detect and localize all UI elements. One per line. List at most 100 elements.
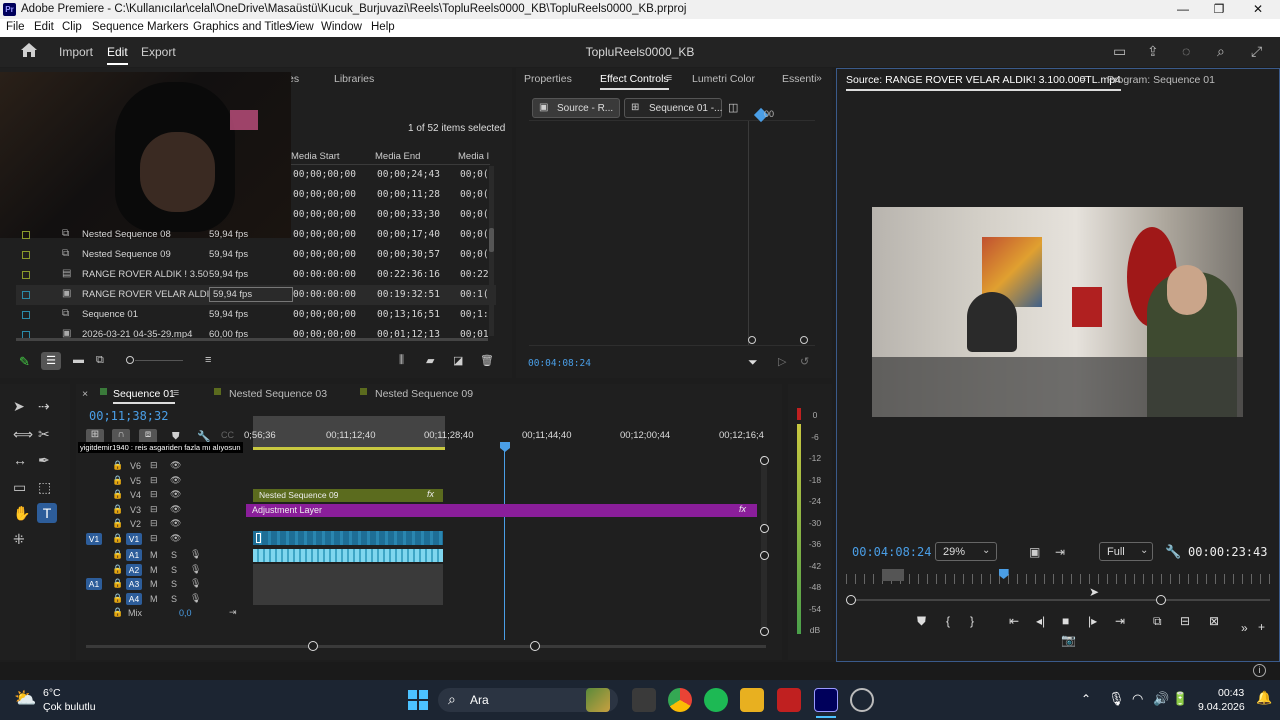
- menu-view[interactable]: View: [289, 21, 314, 33]
- eye-icon[interactable]: 👁: [170, 533, 181, 544]
- filter-icon[interactable]: ⏷: [748, 355, 758, 370]
- menu-window[interactable]: Window: [321, 21, 362, 33]
- audio-track-header[interactable]: 🔒 A4 M S 🎙: [76, 592, 251, 607]
- video-track-header[interactable]: 🔒 V4 ⊟ 👁: [76, 489, 251, 503]
- search-icon[interactable]: ⌕: [1217, 43, 1225, 60]
- audio-clip-a1[interactable]: [253, 549, 443, 562]
- eye-icon[interactable]: 👁: [170, 504, 181, 515]
- pencil-icon[interactable]: ✎: [19, 354, 30, 370]
- program-tab[interactable]: Program: Sequence 01: [1107, 74, 1215, 86]
- windows-start-icon[interactable]: [408, 690, 428, 710]
- go-to-end-icon[interactable]: ⇥: [229, 607, 237, 618]
- selection-tool-icon[interactable]: ➤: [13, 398, 25, 415]
- mute-button[interactable]: M: [150, 550, 158, 560]
- mute-button[interactable]: M: [150, 579, 158, 589]
- in-out-region[interactable]: [882, 569, 904, 581]
- go-to-out-icon[interactable]: ⇥: [1115, 614, 1125, 628]
- sync-lock-icon[interactable]: ⊟: [150, 489, 158, 500]
- lock-icon[interactable]: 🔒: [112, 607, 123, 618]
- notification-icon[interactable]: 🔔: [1256, 690, 1272, 706]
- col-media-start[interactable]: Media Start: [291, 151, 340, 162]
- fullscreen-icon[interactable]: ⤢: [1251, 43, 1262, 60]
- solo-button[interactable]: S: [171, 565, 177, 575]
- label-color-swatch[interactable]: [22, 231, 30, 239]
- razor-icon[interactable]: ✂: [38, 426, 50, 443]
- maximize-button[interactable]: ❐: [1199, 0, 1239, 19]
- source-zoom-left[interactable]: [846, 595, 856, 605]
- eye-icon[interactable]: 👁: [170, 489, 181, 500]
- lock-icon[interactable]: 🔒: [112, 504, 123, 515]
- mark-out-icon[interactable]: }: [970, 614, 974, 628]
- info-icon[interactable]: i: [1253, 664, 1266, 677]
- eye-icon[interactable]: 👁: [170, 460, 181, 471]
- premiere-taskbar-icon[interactable]: [814, 688, 838, 712]
- home-icon[interactable]: [20, 42, 40, 60]
- microphone-icon[interactable]: 🎙: [190, 593, 201, 604]
- mute-button[interactable]: M: [150, 594, 158, 604]
- audio-track-header[interactable]: 🔒 A2 M S 🎙: [76, 563, 251, 578]
- step-forward-icon[interactable]: |▸: [1088, 614, 1097, 628]
- share-icon[interactable]: ⇪: [1147, 43, 1159, 60]
- audio-track-header[interactable]: A1 🔒 A3 M S 🎙: [76, 578, 251, 592]
- mute-button[interactable]: M: [150, 565, 158, 575]
- list-item[interactable]: ⧉ Sequence 01 59,94 fps 00;00;00;00 00;13;16…: [16, 305, 496, 325]
- eye-icon[interactable]: 👁: [170, 518, 181, 529]
- video-track-header[interactable]: V1 🔒 V1 ⊟ 👁: [76, 532, 251, 547]
- label-color-swatch[interactable]: [22, 271, 30, 279]
- properties-tab[interactable]: Properties: [524, 73, 572, 85]
- project-hscroll[interactable]: [16, 338, 488, 341]
- mix-value[interactable]: 0,0: [179, 608, 192, 618]
- lock-icon[interactable]: 🔒: [112, 593, 123, 604]
- timeline-playhead[interactable]: [500, 442, 510, 452]
- slip-tool-icon[interactable]: ↔: [13, 452, 27, 468]
- microphone-icon[interactable]: 🎙: [190, 578, 201, 589]
- lock-icon[interactable]: 🔒: [112, 533, 123, 544]
- timeline-hscroll[interactable]: [86, 645, 766, 648]
- minimize-button[interactable]: —: [1163, 0, 1203, 19]
- automate-icon[interactable]: ⫼: [399, 354, 404, 367]
- freeform-view-icon[interactable]: ⧉: [96, 354, 104, 367]
- file-explorer-icon[interactable]: [740, 688, 764, 712]
- source-zoom-bar[interactable]: [846, 599, 1270, 601]
- lock-icon[interactable]: 🔒: [112, 475, 123, 486]
- obs-icon[interactable]: [850, 688, 874, 712]
- zoom-slider[interactable]: [135, 360, 183, 361]
- stop-icon[interactable]: ■: [1062, 614, 1069, 628]
- button-editor-icon[interactable]: +: [1258, 620, 1265, 634]
- solo-button[interactable]: S: [171, 550, 177, 560]
- lock-icon[interactable]: 🔒: [112, 564, 123, 575]
- wifi-icon[interactable]: ◠: [1132, 691, 1143, 707]
- list-item[interactable]: ⧉ Nested Sequence 09 59,94 fps 00;00;00;00 0…: [16, 245, 496, 265]
- camera-icon[interactable]: 📷: [1061, 633, 1076, 647]
- zoom-select[interactable]: 29% ⌄: [935, 542, 997, 561]
- battery-icon[interactable]: 🔋: [1172, 691, 1188, 707]
- clip-nested-sequence-09[interactable]: Nested Sequence 09 fx: [253, 489, 443, 502]
- source-zoom-right[interactable]: [1156, 595, 1166, 605]
- list-item[interactable]: ▣ RANGE ROVER VELAR ALDI 59,94 fps 00:00:00…: [16, 285, 496, 305]
- hscroll-right[interactable]: [530, 641, 540, 651]
- close-button[interactable]: ✕: [1238, 0, 1278, 19]
- solo-button[interactable]: S: [171, 594, 177, 604]
- hscroll-left[interactable]: [308, 641, 318, 651]
- track-label[interactable]: A4: [126, 592, 142, 605]
- overwrite-icon[interactable]: ⊟: [1180, 614, 1190, 628]
- track-label[interactable]: A3: [126, 578, 142, 590]
- insert-icon[interactable]: ⇥: [1055, 545, 1065, 559]
- tab-sequence-01[interactable]: Sequence 01: [113, 388, 175, 404]
- search-highlight-icon[interactable]: [586, 688, 610, 712]
- lock-icon[interactable]: 🔒: [112, 460, 123, 471]
- task-view-icon[interactable]: [632, 688, 656, 712]
- ec-zoom-right[interactable]: [800, 336, 808, 344]
- project-scrollbar[interactable]: [489, 166, 494, 336]
- microphone-icon[interactable]: 🎙: [190, 549, 201, 560]
- menu-help[interactable]: Help: [371, 21, 395, 33]
- track-label[interactable]: A1: [126, 549, 142, 561]
- effect-controls-tab[interactable]: Effect Controls: [600, 73, 669, 90]
- ec-timecode[interactable]: 00:04:08:24: [528, 358, 591, 369]
- clock-date[interactable]: 9.04.2026: [1198, 701, 1245, 713]
- menu-clip[interactable]: Clip: [62, 21, 82, 33]
- video-track-header[interactable]: 🔒 V6 ⊟ 👁: [76, 460, 251, 474]
- menu-file[interactable]: File: [6, 21, 25, 33]
- loop-icon[interactable]: ↺: [800, 355, 809, 368]
- timeline-vscroll[interactable]: [761, 456, 767, 636]
